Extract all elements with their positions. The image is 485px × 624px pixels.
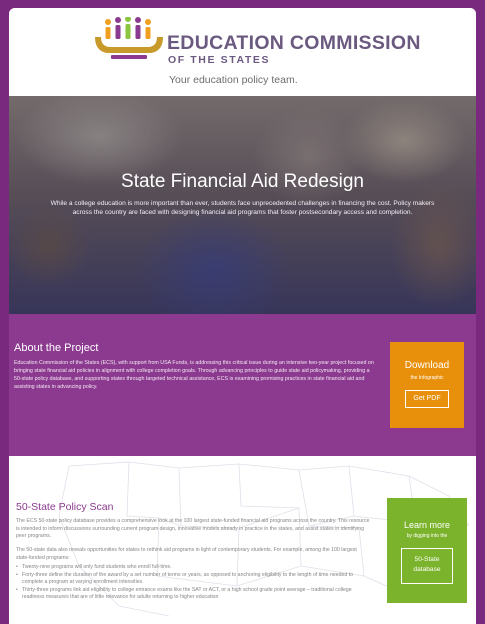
org-name: EDUCATION COMMISSION: [167, 32, 421, 54]
list-item: • Twenty-nine programs will only fund stu…: [16, 564, 374, 572]
site-header: EDUCATION COMMISSION OF THE STATES Your …: [9, 8, 476, 96]
bullet-icon: •: [16, 564, 18, 570]
about-text: Education Commission of the States (ECS)…: [14, 360, 374, 390]
database-button-line1: 50-State: [414, 556, 440, 563]
hero-description: While a college education is more import…: [50, 200, 435, 216]
learn-more-subtitle: by digging into the: [406, 533, 448, 539]
bullet-icon: •: [16, 571, 18, 578]
download-title: Download: [404, 360, 450, 371]
download-infographic-box: Download the Infographic Get PDF: [390, 342, 464, 428]
database-button-line2: database: [413, 566, 441, 573]
page-frame: EDUCATION COMMISSION OF THE STATES Your …: [9, 8, 476, 624]
ecs-logo-icon[interactable]: [91, 17, 167, 61]
learn-more-title: Learn more: [403, 520, 451, 530]
hero-banner: State Financial Aid Redesign While a col…: [9, 96, 476, 314]
list-item-text: Forty-three define the duration of the a…: [22, 571, 354, 586]
database-button[interactable]: 50-State database: [401, 548, 453, 584]
hero-title: State Financial Aid Redesign: [121, 171, 364, 192]
scan-paragraph: The 50-state data also reveals opportuni…: [16, 547, 357, 561]
list-item: • Thirty-three programs link aid eligibil…: [16, 587, 374, 602]
scan-title: 50-State Policy Scan: [16, 501, 114, 513]
about-title: About the Project: [14, 342, 99, 354]
learn-more-box: Learn more by digging into the 50-State …: [387, 498, 467, 603]
scan-intro: The ECS 50-state policy database provide…: [16, 518, 370, 540]
list-item: • Forty-three define the duration of the …: [16, 572, 374, 587]
get-pdf-button[interactable]: Get PDF: [405, 390, 449, 408]
about-section: About the Project Education Commission o…: [9, 314, 476, 456]
list-item-text: Twenty-nine programs will only fund stud…: [22, 564, 172, 570]
tagline: Your education policy team.: [169, 74, 298, 86]
list-item-text: Thirty-three programs link aid eligibili…: [22, 586, 352, 601]
org-subtitle: OF THE STATES: [168, 54, 271, 66]
scan-findings-list: • Twenty-nine programs will only fund stu…: [16, 564, 374, 602]
download-subtitle: the Infographic: [410, 375, 444, 381]
policy-scan-section: 50-State Policy Scan The ECS 50-state po…: [9, 456, 476, 624]
bullet-icon: •: [16, 586, 18, 593]
